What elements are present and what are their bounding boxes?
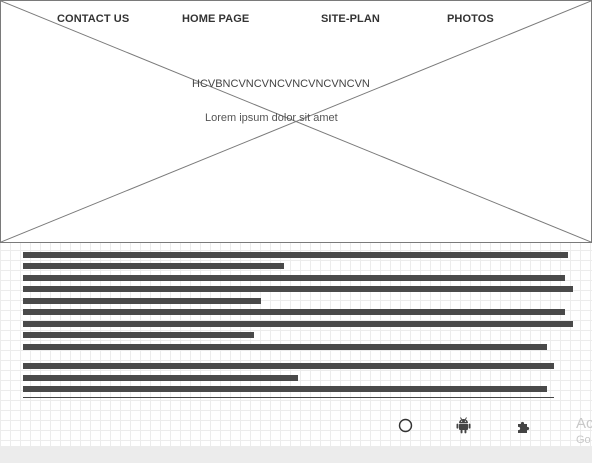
text-placeholder-line — [23, 321, 573, 327]
bottom-bar — [0, 446, 592, 463]
watermark-line-2: Go — [576, 434, 591, 446]
nav-site-plan[interactable]: SITE-PLAN — [321, 13, 380, 25]
text-placeholder-line — [23, 309, 565, 315]
nav-home-page[interactable]: HOME PAGE — [182, 13, 249, 25]
android-icon[interactable] — [456, 417, 471, 439]
text-placeholder-line — [23, 286, 573, 292]
nav-contact-us[interactable]: CONTACT US — [57, 13, 129, 25]
text-placeholder-line — [23, 386, 547, 392]
watermark-line-1: Ac — [576, 415, 592, 432]
text-placeholder-line — [23, 298, 261, 304]
text-placeholder-line — [23, 263, 284, 269]
circle-icon[interactable] — [398, 418, 413, 438]
text-placeholder-line — [23, 275, 565, 281]
text-placeholder-line — [23, 252, 568, 258]
text-placeholder-line — [23, 375, 298, 381]
hero-image-placeholder: CONTACT US HOME PAGE SITE-PLAN PHOTOS HC… — [0, 0, 592, 243]
divider — [23, 397, 554, 398]
hero-heading: HCVBNCVNCVNCVNCVNCVNCVN — [192, 78, 370, 90]
hero-subtext: Lorem ipsum dolor sit amet — [205, 112, 338, 124]
nav-photos[interactable]: PHOTOS — [447, 13, 494, 25]
text-placeholder-line — [23, 344, 547, 350]
text-placeholder-line — [23, 332, 254, 338]
puzzle-icon[interactable] — [517, 420, 531, 439]
text-placeholder-line — [23, 363, 554, 369]
